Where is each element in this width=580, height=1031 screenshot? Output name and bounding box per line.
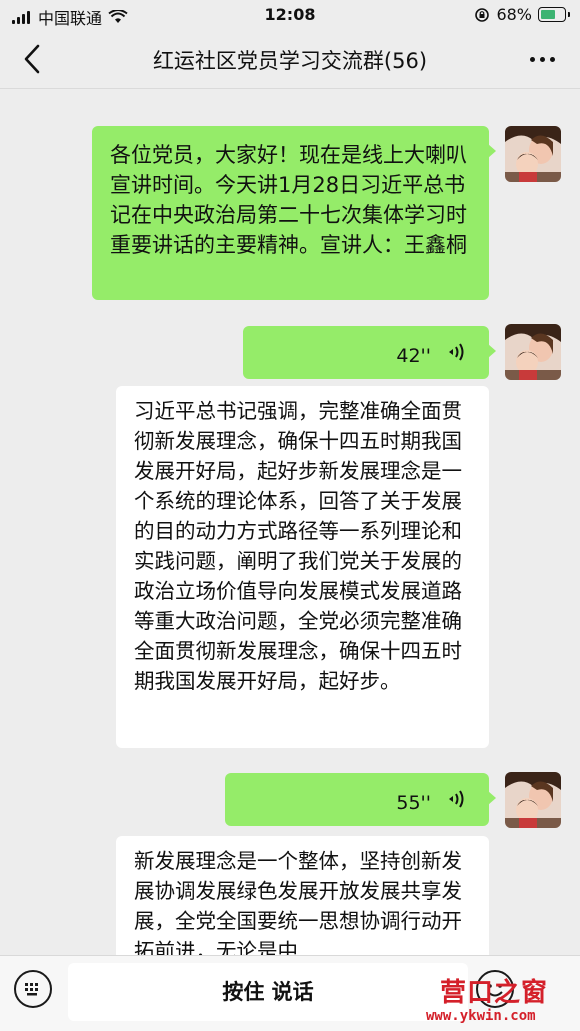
message-text: 习近平总书记强调，完整准确全面贯彻新发展理念，确保十四五时期我国发展开好局，起好… [134,399,462,693]
battery-icon [538,7,570,22]
message-bubble-sent[interactable]: 各位党员，大家好！现在是线上大喇叭宣讲时间。今天讲1月28日习近平总书记在中央政… [92,126,496,300]
voice-duration: 55'' [396,792,431,814]
more-icon[interactable] [522,44,562,74]
message-text: 新发展理念是一个整体，坚持创新发展协调发展绿色发展开放发展共享发展，全党全国要统… [134,849,462,963]
hold-to-talk-button[interactable]: 按住 说话 [68,963,468,1021]
voice-duration: 42'' [396,345,431,367]
message-text: 各位党员，大家好！现在是线上大喇叭宣讲时间。今天讲1月28日习近平总书记在中央政… [110,143,467,257]
status-bar: 中国联通 12:08 68% [0,0,580,30]
keyboard-icon[interactable] [14,970,52,1008]
avatar[interactable] [505,126,561,182]
avatar[interactable] [505,324,561,380]
status-right: 68% [474,5,570,24]
chat-title: 红运社区党员学习交流群(56) [152,49,428,73]
watermark-url: www.ykwin.com [426,1008,536,1024]
back-icon[interactable] [18,42,48,76]
voice-message-bubble[interactable]: 42'' [243,326,496,379]
voice-message-bubble[interactable]: 55'' [225,773,496,826]
chat-screen: 中国联通 12:08 68% 红运社区党员学习交流群(56) 各位党员，大家好！… [0,0,580,1031]
watermark-logo: 营口之窗 [440,978,549,1008]
battery-percent: 68% [496,5,532,24]
message-bubble-received[interactable]: 习近平总书记强调，完整准确全面贯彻新发展理念，确保十四五时期我国发展开好局，起好… [116,386,489,748]
rotation-lock-icon [475,7,490,22]
voice-icon [449,790,464,808]
avatar[interactable] [505,772,561,828]
voice-icon [449,343,464,361]
scrolled-timestamp-remnant [0,80,580,92]
